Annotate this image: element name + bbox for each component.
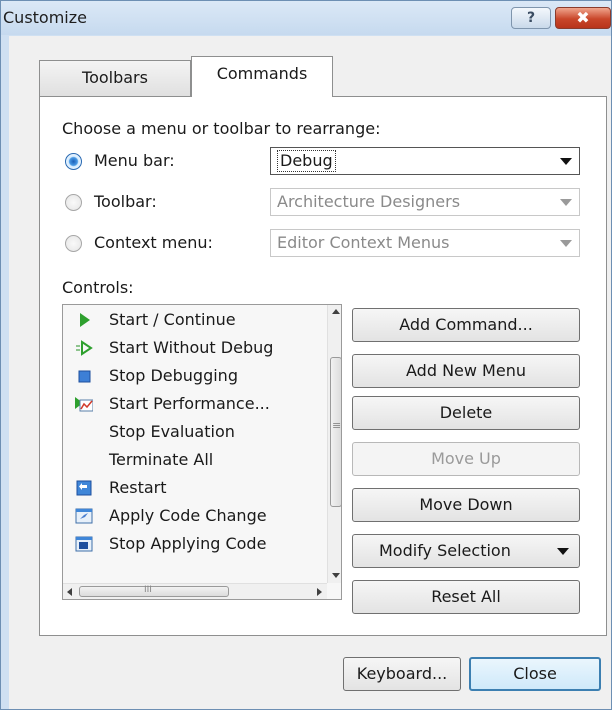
chevron-down-icon [560,199,572,206]
list-item[interactable]: Terminate All [63,447,303,473]
play-icon [80,313,90,327]
tab-toolbars[interactable]: Toolbars [39,60,191,96]
menu-bar-dropdown[interactable]: Debug [270,147,580,175]
toolbar-label: Toolbar: [94,192,157,211]
restart-icon [76,480,92,496]
reset-all-button[interactable]: Reset All [352,580,580,614]
scroll-right-arrow-icon[interactable] [317,588,322,596]
list-item-label: Apply Code Change [109,506,267,525]
add-command-button[interactable]: Add Command... [352,308,580,342]
help-button[interactable]: ? [511,7,551,29]
stop-applying-icon [75,536,93,552]
list-item-label: Start Performance... [109,394,270,413]
list-item[interactable]: Start / Continue [63,307,303,333]
controls-label: Controls: [62,278,134,297]
context-menu-dropdown[interactable]: Editor Context Menus [270,229,580,257]
list-item-label: Stop Applying Code [109,534,267,553]
list-item-label: Start Without Debug [109,338,274,357]
play-outline-icon [76,340,93,356]
chevron-down-icon [560,158,572,165]
commands-panel: Choose a menu or toolbar to rearrange: M… [39,96,607,636]
stop-icon [78,370,91,383]
list-item[interactable]: Stop Debugging [63,363,303,389]
performance-icon [75,397,93,412]
context-menu-label: Context menu: [94,233,213,252]
list-item-label: Restart [109,478,167,497]
scroll-down-arrow-icon[interactable] [332,573,340,578]
modify-selection-label: Modify Selection [379,541,511,560]
modify-selection-button[interactable]: Modify Selection [352,534,580,568]
vertical-scrollbar[interactable]: ≡ [327,305,342,583]
toolbar-radio[interactable] [65,194,82,211]
list-item[interactable]: Stop Applying Code [63,531,303,557]
list-item[interactable]: Stop Evaluation [63,419,303,445]
title-bar[interactable]: Customize ? ✖ [1,1,611,35]
horizontal-scrollbar[interactable]: III [63,583,327,599]
apply-code-icon [75,508,93,524]
delete-button[interactable]: Delete [352,396,580,430]
list-item[interactable]: Restart [63,475,303,501]
choose-prompt: Choose a menu or toolbar to rearrange: [62,119,381,138]
window-title: Customize [3,8,87,27]
list-item-label: Stop Debugging [109,366,238,385]
context-menu-value: Editor Context Menus [277,233,450,252]
customize-dialog: Customize ? ✖ Toolbars Commands Choose a… [0,0,612,710]
list-item-label: Stop Evaluation [109,422,235,441]
scroll-up-arrow-icon[interactable] [332,309,340,314]
tab-commands[interactable]: Commands [191,56,333,97]
scroll-left-arrow-icon[interactable] [67,588,72,596]
controls-listbox[interactable]: Start / Continue Start Without Debug Sto… [62,304,342,600]
menu-bar-value: Debug [277,150,336,172]
menu-bar-radio[interactable] [65,153,82,170]
chevron-down-icon [557,548,569,555]
vertical-scroll-thumb[interactable]: ≡ [330,357,342,507]
close-window-button[interactable]: ✖ [555,7,611,29]
menu-bar-label: Menu bar: [94,151,175,170]
list-item[interactable]: Apply Code Change [63,503,303,529]
keyboard-button[interactable]: Keyboard... [343,657,461,691]
grip-icon: III [144,585,152,595]
list-item-label: Start / Continue [109,310,236,329]
toolbar-dropdown[interactable]: Architecture Designers [270,188,580,216]
grip-icon: ≡ [332,419,342,432]
move-up-button[interactable]: Move Up [352,442,580,476]
dialog-client-area: Toolbars Commands Choose a menu or toolb… [9,36,611,709]
move-down-button[interactable]: Move Down [352,488,580,522]
chevron-down-icon [560,240,572,247]
close-button[interactable]: Close [469,657,601,691]
horizontal-scroll-thumb[interactable]: III [79,585,229,597]
list-item-label: Terminate All [109,450,214,469]
add-new-menu-button[interactable]: Add New Menu [352,354,580,388]
list-item[interactable]: Start Performance... [63,391,303,417]
context-menu-radio[interactable] [65,235,82,252]
list-item[interactable]: Start Without Debug [63,335,303,361]
toolbar-value: Architecture Designers [277,192,461,211]
